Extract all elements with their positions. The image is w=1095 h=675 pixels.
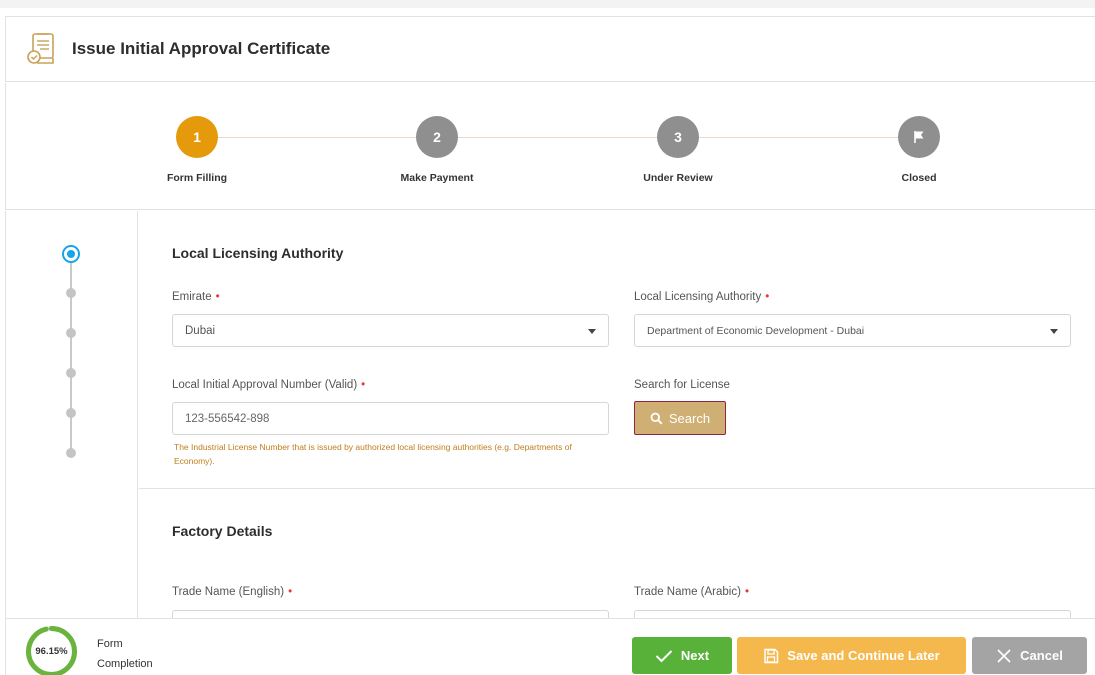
- page-header: Issue Initial Approval Certificate: [5, 16, 1095, 82]
- step-under-review: 3 Under Review: [618, 116, 738, 184]
- progress-stepper: 1 Form Filling 2 Make Payment 3 Under Re…: [5, 83, 1095, 210]
- step-closed: Closed: [859, 116, 979, 184]
- authority-value: Department of Economic Development - Dub…: [647, 324, 865, 337]
- step-circle-4: [898, 116, 940, 158]
- floppy-disk-icon: [764, 648, 779, 663]
- next-button-label: Next: [680, 648, 710, 663]
- trade-name-en-label: Trade Name (English) •: [172, 586, 292, 598]
- search-license-label: Search for License: [634, 379, 730, 391]
- save-continue-later-button[interactable]: Save and Continue Later: [737, 637, 966, 674]
- step-circle-3: 3: [657, 116, 699, 158]
- authority-label-text: Local Licensing Authority: [634, 291, 762, 303]
- cancel-button-label: Cancel: [1020, 648, 1063, 663]
- step-label-2: Make Payment: [400, 172, 474, 184]
- rail-dot[interactable]: [66, 408, 76, 418]
- emirate-label-text: Emirate: [172, 291, 212, 303]
- rail-line: [70, 255, 72, 455]
- authority-select[interactable]: Department of Economic Development - Dub…: [634, 314, 1071, 347]
- approval-number-label-text: Local Initial Approval Number (Valid): [172, 379, 358, 391]
- step-label-3: Under Review: [643, 172, 713, 184]
- approval-number-input[interactable]: [172, 402, 609, 435]
- search-icon: [650, 412, 663, 425]
- completion-percent: 96.15%: [35, 646, 68, 657]
- step-make-payment: 2 Make Payment: [377, 116, 497, 184]
- rail-dot[interactable]: [66, 288, 76, 298]
- save-button-label: Save and Continue Later: [787, 648, 940, 663]
- page-frame: Issue Initial Approval Certificate 1 For…: [0, 0, 1095, 675]
- page-title: Issue Initial Approval Certificate: [72, 39, 331, 58]
- completion-label-line1: Form: [97, 638, 123, 650]
- form-body: Local Licensing Authority Emirate • Dubai…: [139, 211, 1095, 618]
- section-divider: [139, 488, 1095, 489]
- trade-name-en-label-text: Trade Name (English): [172, 586, 285, 598]
- step-label-4: Closed: [901, 172, 937, 184]
- search-button-label: Search: [668, 410, 711, 426]
- step-circle-2: 2: [416, 116, 458, 158]
- rail-dot[interactable]: [66, 328, 76, 338]
- step-form-filling: 1 Form Filling: [137, 116, 257, 184]
- section-title-factory: Factory Details: [172, 523, 273, 539]
- certificate-icon: [27, 33, 54, 64]
- approval-number-hint: The Industrial License Number that is is…: [174, 442, 572, 466]
- required-marker: •: [215, 291, 220, 303]
- chevron-down-icon: [1050, 329, 1058, 334]
- authority-label: Local Licensing Authority •: [634, 291, 769, 303]
- emirate-value: Dubai: [185, 324, 216, 337]
- required-marker: •: [765, 291, 770, 303]
- trade-name-ar-label-text: Trade Name (Arabic): [634, 586, 741, 598]
- completion-label: Form Completion: [97, 634, 153, 674]
- flag-icon: [914, 131, 924, 143]
- section-title-licensing: Local Licensing Authority: [172, 245, 344, 261]
- stepper-line: [202, 137, 922, 138]
- check-icon: [655, 649, 673, 662]
- trade-name-ar-label: Trade Name (Arabic) •: [634, 586, 749, 598]
- required-marker: •: [288, 586, 293, 598]
- trade-name-en-input[interactable]: [172, 610, 609, 618]
- completion-label-line2: Completion: [97, 658, 153, 670]
- emirate-select[interactable]: Dubai: [172, 314, 609, 347]
- footer-bar: 96.15% Form Completion Next Save and Con…: [5, 618, 1095, 675]
- step-circle-1: 1: [176, 116, 218, 158]
- next-button[interactable]: Next: [632, 637, 732, 674]
- chevron-down-icon: [588, 329, 596, 334]
- section-progress-rail: [5, 211, 138, 618]
- required-marker: •: [744, 586, 749, 598]
- rail-dot[interactable]: [66, 368, 76, 378]
- approval-number-label: Local Initial Approval Number (Valid) •: [172, 379, 365, 391]
- cancel-button[interactable]: Cancel: [972, 637, 1087, 674]
- search-button[interactable]: Search: [634, 401, 726, 435]
- emirate-label: Emirate •: [172, 291, 220, 303]
- required-marker: •: [361, 379, 366, 391]
- rail-dot-active[interactable]: [62, 245, 80, 263]
- step-label-1: Form Filling: [166, 172, 228, 184]
- rail-dot[interactable]: [66, 448, 76, 458]
- close-icon: [997, 648, 1011, 663]
- trade-name-ar-input[interactable]: [634, 610, 1071, 618]
